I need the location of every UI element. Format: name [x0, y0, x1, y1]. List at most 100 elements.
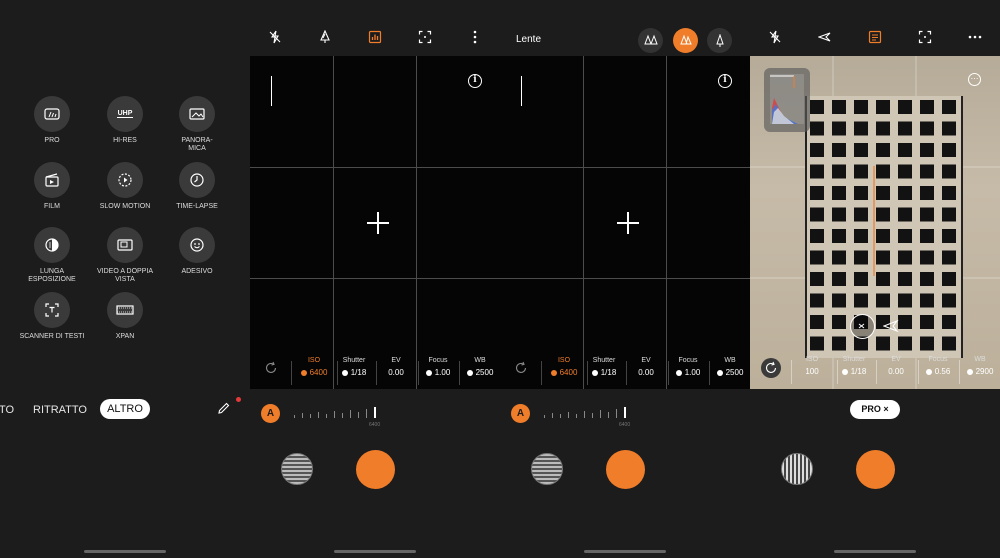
chart-square: [898, 100, 912, 114]
mode-slow-motion[interactable]: SLOW MOTION: [90, 162, 160, 211]
chart-square: [810, 272, 824, 286]
mode-selector-panel: PRO UHP HI-RES PANORA-MICA FILM SLOW MOT: [0, 0, 250, 558]
iso-slider[interactable]: 6400: [292, 400, 452, 430]
pro-params-bar: ISO 100 Shutter 1/18 EV 0.00 Focus 0.56 …: [750, 352, 1000, 388]
close-icon[interactable]: ×: [883, 404, 888, 414]
reset-icon[interactable]: [761, 358, 781, 378]
chart-square: [832, 186, 846, 200]
mode-label: XPAN: [115, 333, 135, 340]
histogram-icon[interactable]: [368, 30, 382, 44]
viewfinder[interactable]: i ISO 6400 Shutter 1/18 EV 0.00 Focus 1.…: [500, 56, 750, 389]
lens-ultrawide-button[interactable]: [638, 28, 663, 53]
mode-dual-view[interactable]: VIDEO A DOPPIA VISTA: [90, 227, 160, 284]
chart-square: [832, 143, 846, 157]
mode-pro[interactable]: PRO: [17, 96, 87, 145]
time-lapse-icon: [179, 162, 215, 198]
more-vertical-icon[interactable]: [473, 30, 477, 44]
pro-icon: [34, 96, 70, 132]
chart-square: [810, 143, 824, 157]
reset-icon[interactable]: [514, 361, 528, 375]
param-wb[interactable]: WB 2900: [962, 356, 998, 376]
chart-square: [876, 272, 890, 286]
pro-live-panel: ⋯ ISO 100 Shutter 1/18 EV 0.00 Focus 0.5…: [750, 0, 1000, 558]
focus-frame-icon[interactable]: [918, 30, 932, 44]
mode-panorama[interactable]: PANORA-MICA: [162, 96, 232, 153]
flash-off-icon[interactable]: [768, 30, 782, 44]
param-shutter[interactable]: Shutter 1/18: [336, 357, 372, 377]
param-wb[interactable]: WB 2500: [462, 357, 498, 377]
chart-square: [942, 143, 956, 157]
tab-ritratto[interactable]: RITRATTO: [33, 404, 87, 416]
send-icon[interactable]: [882, 319, 899, 338]
mode-label: PANORA-MICA: [181, 137, 213, 152]
shutter-button[interactable]: [606, 450, 645, 489]
param-ev[interactable]: EV 0.00: [378, 357, 414, 377]
param-shutter[interactable]: Shutter 1/18: [586, 357, 622, 377]
chart-square: [810, 186, 824, 200]
mode-time-lapse[interactable]: TIME-LAPSE: [162, 162, 232, 211]
gallery-thumbnail[interactable]: [281, 453, 313, 485]
chart-square: [942, 121, 956, 136]
gallery-thumbnail[interactable]: [781, 453, 813, 485]
camera-top-bar: [250, 0, 500, 56]
param-ev[interactable]: EV 0.00: [628, 357, 664, 377]
lens-select-panel: Lente i ISO 6400 Shutter 1/18 EV 0.00 Fo…: [500, 0, 750, 558]
iso-slider[interactable]: 6400: [542, 400, 702, 430]
viewfinder[interactable]: i ISO 6400 Shutter 1/18 EV 0.00 Focus 1.…: [250, 56, 500, 389]
pro-camera-panel: i ISO 6400 Shutter 1/18 EV 0.00 Focus 1.…: [250, 0, 500, 558]
param-ev[interactable]: EV 0.00: [878, 356, 914, 376]
mode-long-exposure[interactable]: LUNGA ESPOSIZIONE: [17, 227, 87, 284]
mode-label: SLOW MOTION: [99, 203, 151, 210]
chart-square: [832, 121, 846, 136]
param-wb[interactable]: WB 2500: [712, 357, 748, 377]
lens-switch-icon[interactable]: [850, 314, 875, 339]
tab-partial[interactable]: TO: [0, 404, 14, 416]
param-focus[interactable]: Focus 1.00: [670, 357, 706, 377]
auto-button[interactable]: A: [261, 404, 280, 423]
lens-icon[interactable]: [319, 30, 331, 44]
home-indicator[interactable]: [584, 550, 666, 553]
chart-square: [810, 164, 824, 179]
tab-altro[interactable]: ALTRO: [100, 399, 150, 419]
document-icon[interactable]: [868, 30, 882, 44]
param-iso[interactable]: ISO 6400: [546, 357, 582, 377]
auto-button[interactable]: A: [511, 404, 530, 423]
mode-sticker[interactable]: ADESIVO: [162, 227, 232, 276]
lens-tele-button[interactable]: [707, 28, 732, 53]
mode-film[interactable]: FILM: [17, 162, 87, 211]
chart-square: [920, 272, 934, 286]
chart-square: [942, 186, 956, 200]
edit-icon[interactable]: [217, 397, 241, 418]
reset-icon[interactable]: [264, 361, 278, 375]
more-horizontal-icon[interactable]: [968, 35, 982, 39]
shutter-button[interactable]: [356, 450, 395, 489]
param-iso[interactable]: ISO 100: [794, 356, 830, 376]
info-icon[interactable]: i: [468, 74, 482, 88]
param-iso[interactable]: ISO 6400: [296, 357, 332, 377]
mode-xpan[interactable]: XPAN: [90, 292, 160, 341]
info-icon[interactable]: i: [718, 74, 732, 88]
home-indicator[interactable]: [84, 550, 166, 553]
param-focus[interactable]: Focus 1.00: [420, 357, 456, 377]
chart-square: [832, 315, 846, 329]
xpan-icon: [107, 292, 143, 328]
lens-icon[interactable]: [818, 31, 832, 43]
param-shutter[interactable]: Shutter 1/18: [836, 356, 872, 376]
pro-mode-chip[interactable]: PRO ×: [850, 400, 900, 419]
flash-off-icon[interactable]: [268, 30, 282, 44]
lens-wide-button[interactable]: [673, 28, 698, 53]
chart-square: [942, 272, 956, 286]
chart-square: [942, 229, 956, 243]
focus-frame-icon[interactable]: [418, 30, 432, 44]
more-options-icon[interactable]: ⋯: [968, 73, 981, 86]
param-focus[interactable]: Focus 0.56: [920, 356, 956, 376]
chart-square: [920, 186, 934, 200]
shutter-button[interactable]: [856, 450, 895, 489]
chart-square: [854, 143, 868, 157]
mode-hi-res[interactable]: UHP HI-RES: [90, 96, 160, 145]
gallery-thumbnail[interactable]: [531, 453, 563, 485]
chart-square: [920, 293, 934, 308]
mode-text-scanner[interactable]: SCANNER DI TESTI: [17, 292, 87, 341]
home-indicator[interactable]: [334, 550, 416, 553]
home-indicator[interactable]: [834, 550, 916, 553]
